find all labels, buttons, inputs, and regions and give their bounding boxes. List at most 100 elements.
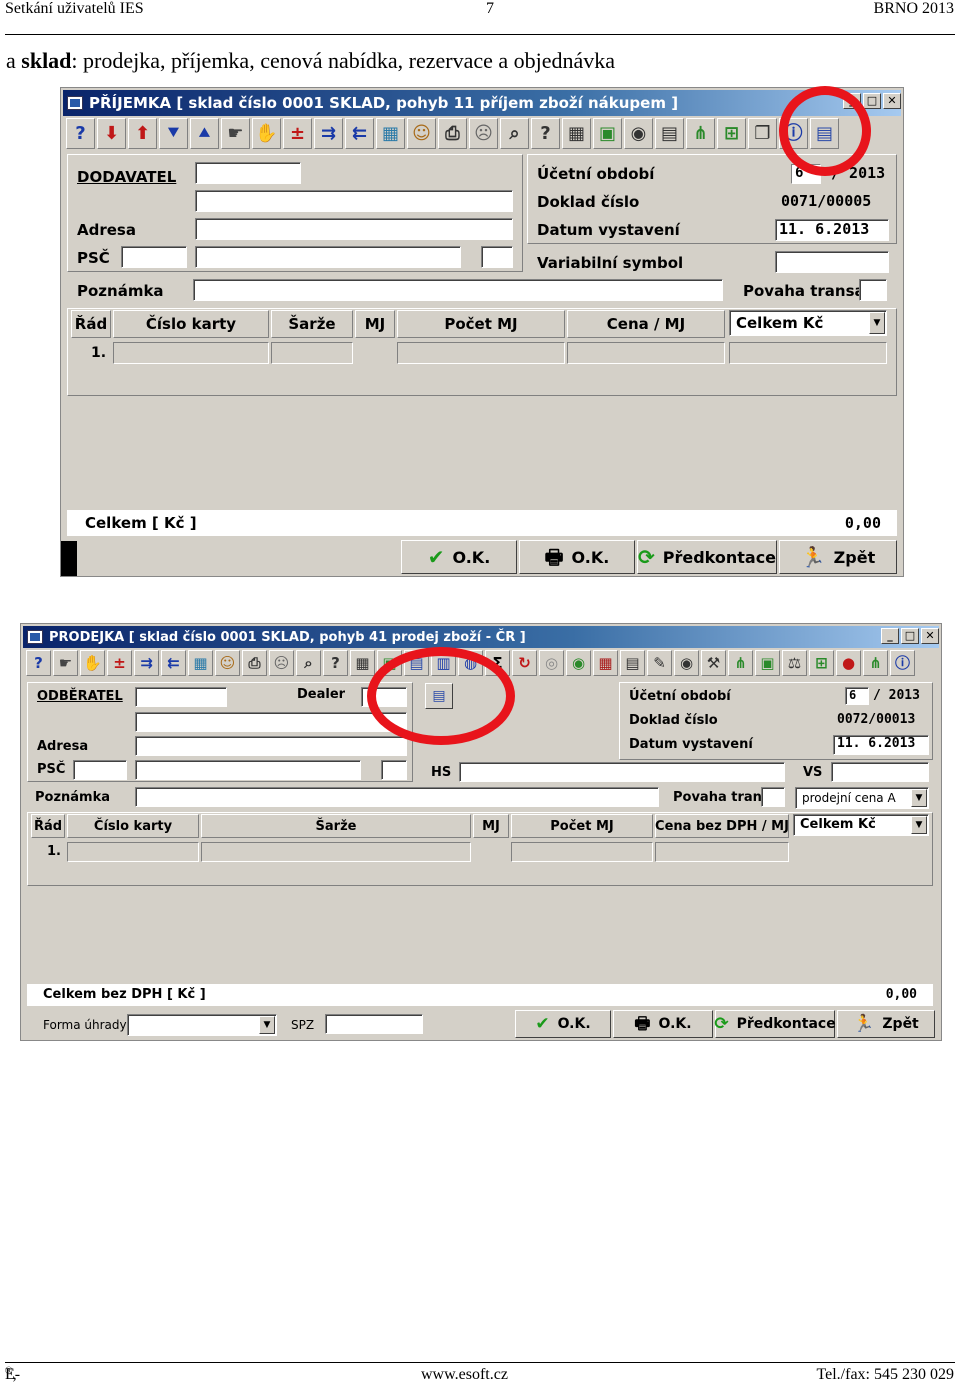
table-button[interactable]: ▦	[562, 118, 591, 149]
ok-button[interactable]: ✔ O.K.	[401, 540, 517, 574]
chevron-down-icon[interactable]: ▼	[911, 789, 927, 807]
city-input[interactable]	[195, 246, 461, 268]
back-button[interactable]: 🏃 Zpět	[779, 540, 897, 574]
price-level-select[interactable]: prodejní cena A ▼	[795, 787, 929, 809]
zip-input[interactable]	[121, 246, 187, 268]
cell-quantity[interactable]	[511, 842, 653, 862]
image-edit-button[interactable]: ▣	[755, 650, 780, 676]
cell-batch[interactable]	[201, 842, 471, 862]
arrow-down-button[interactable]: ⬇	[97, 118, 126, 149]
cell-unit-price[interactable]	[655, 842, 789, 862]
address-input[interactable]	[195, 218, 513, 240]
zip-input[interactable]	[73, 760, 127, 780]
edit-button[interactable]: ✎	[647, 650, 672, 676]
chevron-down-icon[interactable]: ▼	[911, 816, 927, 834]
maximize-button[interactable]: □	[863, 93, 881, 109]
help-button[interactable]: ?	[66, 118, 95, 149]
calculator-button[interactable]: ▤	[620, 650, 645, 676]
customer-code-input[interactable]	[135, 687, 227, 707]
image-button[interactable]: ▣	[593, 118, 622, 149]
chevron-down-icon[interactable]: ▼	[869, 312, 885, 334]
pointer-hand-button[interactable]: ☛	[53, 650, 78, 676]
country-input[interactable]	[481, 246, 513, 268]
vs-input[interactable]	[831, 762, 929, 782]
print-ok-button[interactable]: 🖶 O.K.	[519, 540, 635, 574]
currency-select[interactable]: Celkem Kč ▼	[729, 310, 887, 336]
supplier-name-input[interactable]	[195, 190, 513, 212]
cell-unit-price[interactable]	[567, 342, 725, 364]
close-button[interactable]: ✕	[921, 628, 939, 644]
note-input[interactable]	[135, 787, 659, 807]
issue-date-input[interactable]: 11. 6.2013	[833, 735, 929, 755]
chevron-down-icon[interactable]: ▼	[259, 1016, 275, 1034]
add-rows-button[interactable]: ±	[283, 118, 312, 149]
hand-button[interactable]: ✋	[252, 118, 281, 149]
customer-name-input[interactable]	[135, 712, 407, 732]
city-input[interactable]	[135, 760, 361, 780]
ok-button[interactable]: ✔ O.K.	[515, 1010, 611, 1038]
predkontace-button[interactable]: ⟳ Předkontace	[714, 1010, 836, 1038]
tree-button[interactable]: ⋔	[728, 650, 753, 676]
network-button[interactable]: ⊞	[717, 118, 746, 149]
insert-rows-button[interactable]: ⇉	[314, 118, 343, 149]
hs-input[interactable]	[459, 762, 785, 782]
insert-rows-button[interactable]: ⇉	[134, 650, 159, 676]
print-button[interactable]: ⎙	[438, 118, 467, 149]
help-button[interactable]: ?	[26, 650, 51, 676]
grid-button[interactable]: ▦	[593, 650, 618, 676]
person-button[interactable]: ☺	[215, 650, 240, 676]
face-button[interactable]: ☹	[469, 118, 498, 149]
arrow-down-end-button[interactable]: ⯆	[159, 118, 188, 149]
maximize-button[interactable]: □	[901, 628, 919, 644]
address-input[interactable]	[135, 736, 407, 756]
table-button[interactable]: ▦	[350, 650, 375, 676]
person-button[interactable]: ☺	[407, 118, 436, 149]
info-button[interactable]: ⓘ	[890, 650, 915, 676]
payment-method-select[interactable]: ▼	[127, 1014, 277, 1036]
note-input[interactable]	[193, 279, 723, 301]
scales-button[interactable]: ⚖	[782, 650, 807, 676]
notepad-button[interactable]: ▦	[376, 118, 405, 149]
back-button[interactable]: 🏃 Zpět	[837, 1010, 935, 1038]
arrow-up-end-button[interactable]: ⯅	[190, 118, 219, 149]
delete-rows-button[interactable]: ⇇	[345, 118, 374, 149]
face-button[interactable]: ☹	[269, 650, 294, 676]
tree-button[interactable]: ⋔	[686, 118, 715, 149]
period-month-input[interactable]: 6	[845, 687, 869, 705]
transaction-input[interactable]	[761, 787, 785, 807]
query-button[interactable]: ?	[531, 118, 560, 149]
var-symbol-input[interactable]	[775, 251, 889, 273]
close-button[interactable]: ✕	[883, 93, 901, 109]
cell-batch[interactable]	[271, 342, 353, 364]
minimize-button[interactable]: _	[881, 628, 899, 644]
spz-input[interactable]	[325, 1014, 423, 1034]
supplier-code-input[interactable]	[195, 162, 301, 184]
delete-rows-button[interactable]: ⇇	[161, 650, 186, 676]
notepad-button[interactable]: ▦	[188, 650, 213, 676]
record-button[interactable]: ●	[836, 650, 861, 676]
print-ok-button[interactable]: 🖶 O.K.	[613, 1010, 713, 1038]
country-input[interactable]	[381, 760, 407, 780]
disc-button[interactable]: ◎	[539, 650, 564, 676]
calculator-button[interactable]: ▤	[655, 118, 684, 149]
eye-button[interactable]: ◉	[624, 118, 653, 149]
print-button[interactable]: ⎙	[242, 650, 267, 676]
refresh-button[interactable]: ↻	[512, 650, 537, 676]
cell-card-number[interactable]	[67, 842, 199, 862]
copy-button[interactable]: ❐	[748, 118, 777, 149]
search-button[interactable]: ⌕	[500, 118, 529, 149]
cell-quantity[interactable]	[397, 342, 565, 364]
tree-alt-button[interactable]: ⋔	[863, 650, 888, 676]
predkontace-button[interactable]: ⟳ Předkontace	[637, 540, 777, 574]
add-rows-button[interactable]: ±	[107, 650, 132, 676]
issue-date-input[interactable]: 11. 6.2013	[775, 219, 889, 241]
currency-select[interactable]: Celkem Kč ▼	[793, 814, 929, 836]
query-button[interactable]: ?	[323, 650, 348, 676]
target-button[interactable]: ◉	[566, 650, 591, 676]
hand-button[interactable]: ✋	[80, 650, 105, 676]
cell-card-number[interactable]	[113, 342, 269, 364]
network-button[interactable]: ⊞	[809, 650, 834, 676]
eye-button[interactable]: ◉	[674, 650, 699, 676]
arrow-up-button[interactable]: ⬆	[128, 118, 157, 149]
cell-total[interactable]	[729, 342, 887, 364]
